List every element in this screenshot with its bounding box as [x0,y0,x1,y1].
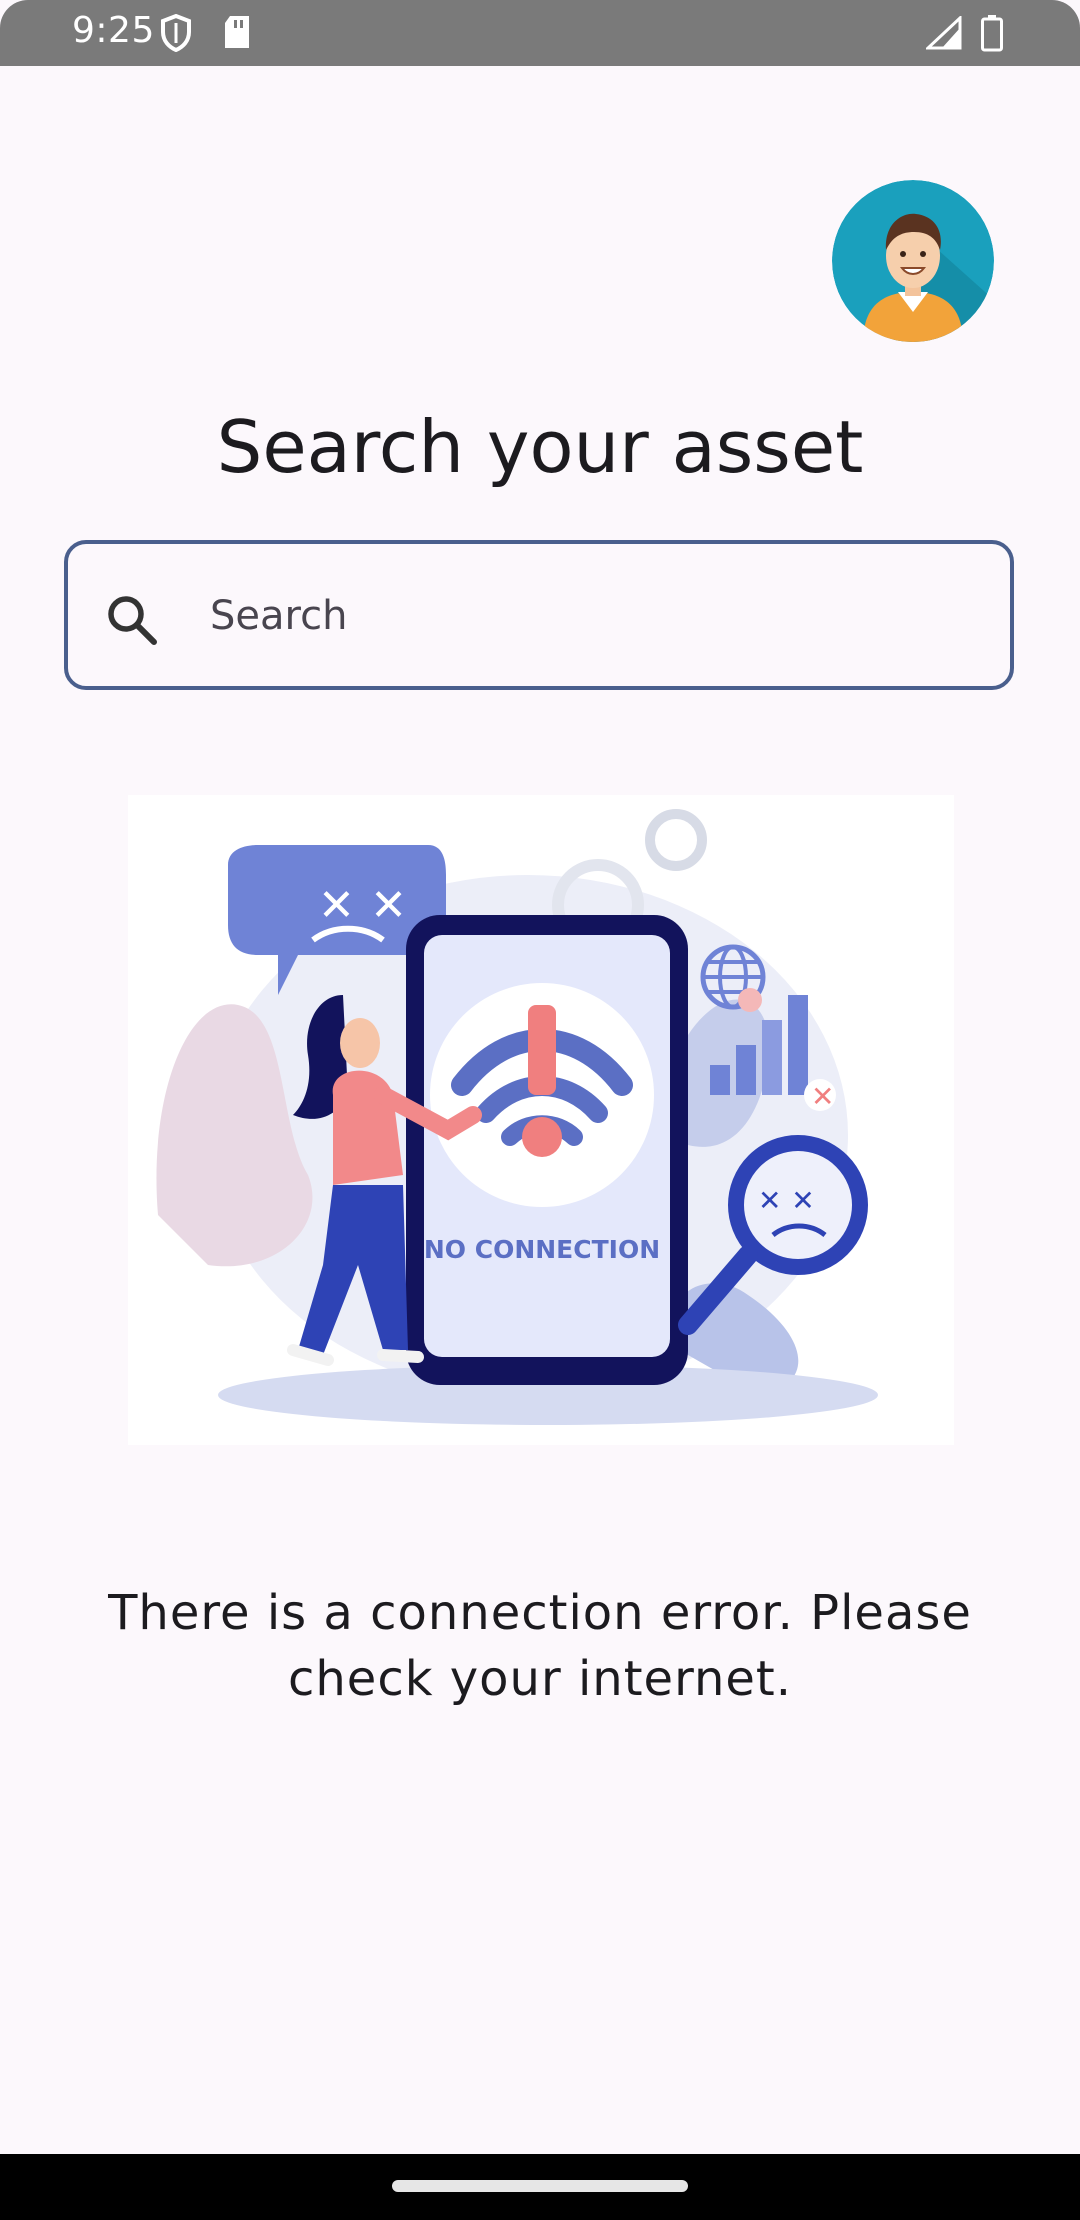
home-gesture-handle[interactable] [392,2180,688,2192]
status-bar: 9:25 [0,0,1080,66]
page-title: Search your asset [216,405,864,489]
connection-error-message: There is a connection error. Please chec… [108,1585,972,1707]
svg-text:✕ ✕: ✕ ✕ [318,880,407,931]
search-icon [104,592,160,653]
no-connection-label: NO CONNECTION [424,1235,660,1264]
svg-text:✕: ✕ [811,1080,834,1113]
search-input[interactable] [208,578,972,654]
search-field[interactable] [64,540,1014,690]
sd-card-icon [222,14,252,55]
battery-icon [980,14,1004,57]
profile-avatar[interactable] [832,180,994,342]
system-nav-bar [0,2154,1080,2220]
no-connection-illustration: ✕ ✕ NO CONNECTION ✕ ✕ ✕ [128,795,954,1445]
cellular-signal-icon [924,14,962,55]
svg-text:✕ ✕: ✕ ✕ [758,1184,815,1217]
shield-icon [160,13,192,57]
status-time: 9:25 [72,10,155,51]
user-avatar-icon [832,180,994,342]
